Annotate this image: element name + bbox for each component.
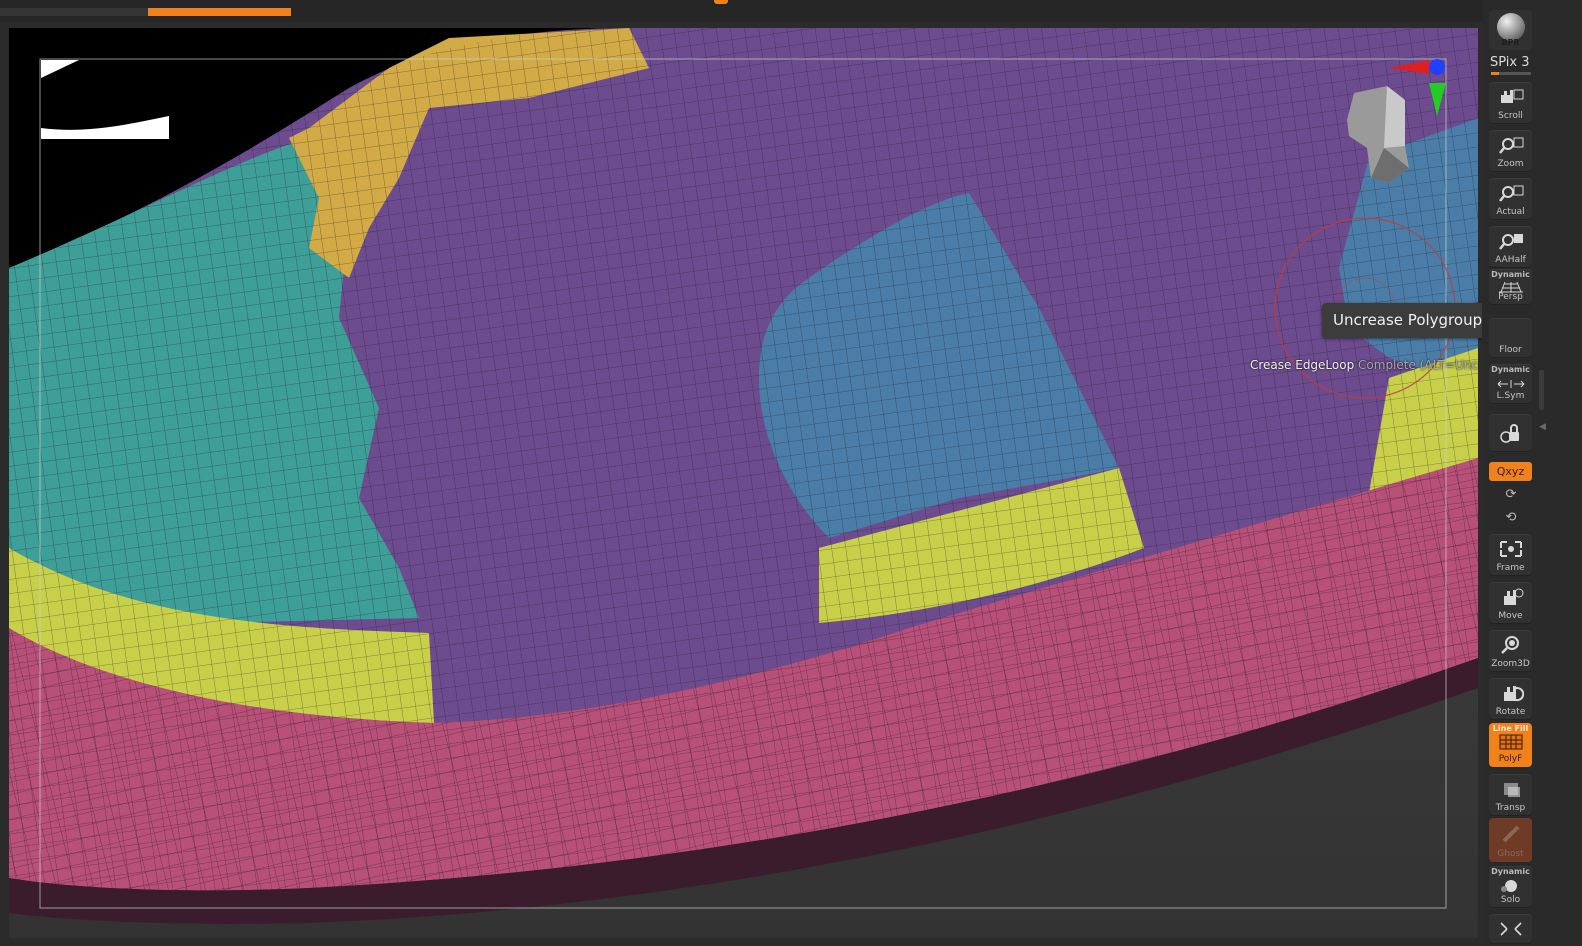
aahalf-button[interactable]: AAHalf <box>1489 226 1532 268</box>
dynamic-label-3: Dynamic <box>1491 867 1530 876</box>
solo-label: Solo <box>1500 895 1521 905</box>
expand-arrows-icon <box>1499 922 1522 936</box>
frame-label: Frame <box>1496 563 1525 573</box>
ghost-label: Ghost <box>1497 849 1524 859</box>
rotate-y-icon[interactable]: ⟳ <box>1503 488 1519 502</box>
lsym-label: L.Sym <box>1496 391 1525 401</box>
spix-slider[interactable]: SPix 3 <box>1490 55 1534 70</box>
rotate-z-icon[interactable]: ⟲ <box>1503 511 1519 525</box>
mesh-render[interactable] <box>9 28 1478 938</box>
polyf-label: PolyF <box>1498 754 1523 764</box>
zoom-button[interactable]: Zoom <box>1489 130 1532 172</box>
ghost-icon <box>1502 825 1519 843</box>
crease-status-label: Crease EdgeLoop Complete (ALT=Uncreas <box>1250 358 1478 372</box>
zoom3d-label: Zoom3D <box>1491 659 1530 669</box>
move-button[interactable]: Move <box>1489 582 1532 624</box>
lsym-button[interactable]: Dynamic L.Sym <box>1489 364 1532 404</box>
xpose-button[interactable] <box>1489 914 1532 944</box>
tab-marker <box>714 0 728 4</box>
move-label: Move <box>1498 611 1523 621</box>
hand-rotate-icon <box>1503 686 1524 702</box>
tab-strip[interactable] <box>0 8 148 16</box>
actual-label: Actual <box>1496 207 1525 217</box>
persp-button[interactable]: Dynamic Persp <box>1489 269 1532 305</box>
actual-size-icon <box>1498 185 1523 202</box>
rotate-label: Rotate <box>1495 707 1526 717</box>
frame-button[interactable]: Frame <box>1489 534 1532 576</box>
transp-button[interactable]: Transp <box>1489 774 1532 816</box>
lock-icon <box>1499 424 1519 443</box>
line-fill-label: Line Fill <box>1492 724 1529 733</box>
polyframe-grid-icon <box>1499 734 1522 750</box>
solo-button[interactable]: Dynamic Solo <box>1489 866 1532 908</box>
solo-spheres-icon <box>1500 880 1517 892</box>
hand-scroll-icon <box>1500 89 1523 103</box>
dynamic-label-2: Dynamic <box>1491 365 1530 374</box>
chevron-left-icon[interactable]: ◀ <box>1539 422 1546 432</box>
canvas-viewport[interactable]: Crease EdgeLoop Complete (ALT=Uncreas <box>9 28 1478 938</box>
perspective-grid-icon <box>1498 281 1523 293</box>
polyframe-button[interactable]: Line Fill PolyF <box>1489 723 1532 767</box>
magnifier-zoom-icon <box>1498 137 1523 154</box>
dynamic-label: Dynamic <box>1491 270 1530 279</box>
floor-label: Floor <box>1499 345 1522 355</box>
local-lock-button[interactable] <box>1489 414 1532 452</box>
spix-level-fill <box>1491 72 1499 75</box>
transparency-icon <box>1503 783 1520 797</box>
rotate-button[interactable]: Rotate <box>1489 678 1532 720</box>
frame-icon <box>1499 541 1522 557</box>
transp-label: Transp <box>1495 803 1526 813</box>
bpr-button[interactable]: BPR <box>1489 10 1532 50</box>
xyz-rotate-toggle[interactable]: Qxyz <box>1489 462 1532 481</box>
aahalf-label: AAHalf <box>1495 255 1526 265</box>
zoom3d-icon <box>1500 636 1519 654</box>
hand-move-icon <box>1503 588 1523 605</box>
zoom3d-button[interactable]: Zoom3D <box>1489 630 1532 672</box>
bpr-label: BPR <box>1501 38 1520 47</box>
symmetry-arrows-icon <box>1497 380 1524 388</box>
shelf-scroll-handle[interactable] <box>1539 370 1544 410</box>
scroll-button[interactable]: Scroll <box>1489 82 1532 124</box>
ghost-button[interactable]: Ghost <box>1489 818 1532 862</box>
actual-button[interactable]: Actual <box>1489 178 1532 220</box>
scroll-label: Scroll <box>1498 111 1523 121</box>
spix-level-bar[interactable] <box>1491 72 1531 75</box>
aahalf-icon <box>1498 234 1523 250</box>
render-sphere-icon <box>1497 13 1525 41</box>
zoom-label: Zoom <box>1497 159 1524 169</box>
floor-button[interactable]: Floor <box>1489 318 1532 358</box>
active-tab-indicator[interactable] <box>148 8 291 16</box>
